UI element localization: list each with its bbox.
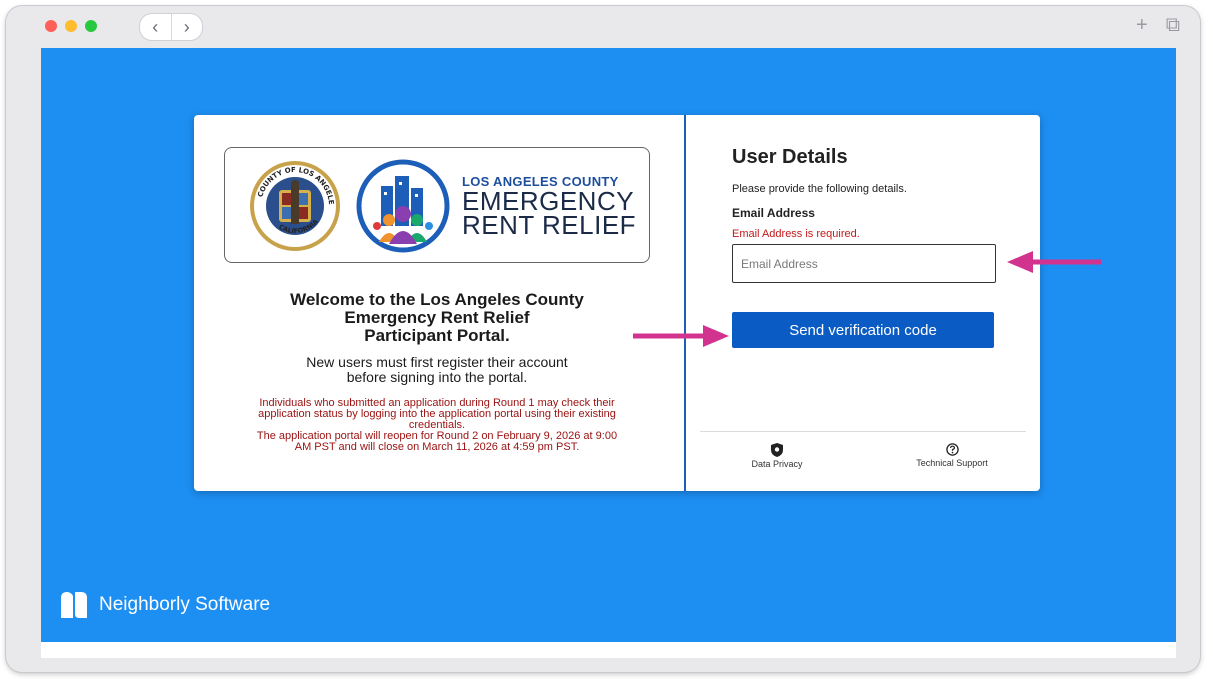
card-divider	[684, 115, 686, 491]
user-details-title: User Details	[732, 146, 848, 168]
back-icon[interactable]: ‹	[140, 14, 170, 40]
technical-support-link[interactable]: Technical Support	[902, 443, 1002, 468]
welcome-line-2: Emergency Rent Relief	[344, 308, 530, 327]
logo-wordmark: LOS ANGELES COUNTY EMERGENCY RENT RELIEF	[462, 174, 637, 240]
email-input[interactable]	[732, 244, 996, 283]
technical-support-label: Technical Support	[916, 458, 988, 468]
brand-name: Neighborly Software	[99, 594, 271, 615]
welcome-line-1: Welcome to the Los Angeles County	[290, 290, 584, 309]
minimize-window-button[interactable]	[65, 20, 77, 32]
tabs-overview-icon[interactable]: ⧉	[1166, 14, 1180, 37]
welcome-line-3: Participant Portal.	[364, 326, 510, 345]
browser-titlebar: ‹ › + ⧉	[6, 6, 1200, 48]
maximize-window-button[interactable]	[85, 20, 97, 32]
email-error-message: Email Address is required.	[732, 228, 860, 240]
neighborly-brand: Neighborly Software	[59, 592, 270, 618]
page-viewport: COUNTY OF LOS ANGELES CALIFORNIA	[41, 48, 1176, 658]
data-privacy-label: Data Privacy	[751, 459, 803, 469]
browser-window: ‹ › + ⧉ COUNTY OF LOS ANGELE CALIFORNIA …	[6, 6, 1200, 672]
help-circle-icon	[945, 443, 959, 456]
data-privacy-link[interactable]: Data Privacy	[742, 443, 812, 469]
user-details-subtitle: Please provide the following details.	[732, 183, 907, 195]
welcome-heading: Welcome to the Los Angeles County Emerge…	[224, 291, 650, 345]
send-verification-code-button[interactable]: Send verification code	[732, 312, 994, 348]
arrow-left-annotation-icon	[1007, 251, 1101, 273]
register-line-1: New users must first register their acco…	[306, 354, 568, 370]
shield-icon	[771, 443, 783, 457]
arrow-right-annotation-icon	[633, 325, 729, 347]
round-notice: Individuals who submitted an application…	[239, 398, 635, 453]
county-seal-icon: COUNTY OF LOS ANGELES CALIFORNIA	[249, 160, 340, 251]
register-line-2: before signing into the portal.	[346, 369, 528, 385]
register-instructions: New users must first register their acco…	[224, 355, 650, 385]
logo-rent-relief-text: RENT RELIEF	[462, 210, 637, 240]
close-window-button[interactable]	[45, 20, 57, 32]
login-card: COUNTY OF LOS ANGELES CALIFORNIA	[194, 115, 1040, 491]
notice-line-5: AM PST and will close on March 11, 2026 …	[294, 441, 580, 453]
forward-icon[interactable]: ›	[170, 14, 202, 40]
program-logo: COUNTY OF LOS ANGELES CALIFORNIA	[224, 147, 650, 263]
rent-relief-emblem-icon	[356, 159, 450, 253]
neighborly-logo-icon	[61, 592, 87, 618]
nav-buttons: ‹ ›	[139, 13, 203, 41]
new-tab-icon[interactable]: +	[1136, 14, 1148, 37]
titlebar-actions: + ⧉	[1136, 14, 1180, 37]
email-label: Email Address	[732, 206, 815, 220]
page-background: COUNTY OF LOS ANGELES CALIFORNIA	[41, 48, 1176, 642]
footer-divider	[700, 431, 1026, 432]
